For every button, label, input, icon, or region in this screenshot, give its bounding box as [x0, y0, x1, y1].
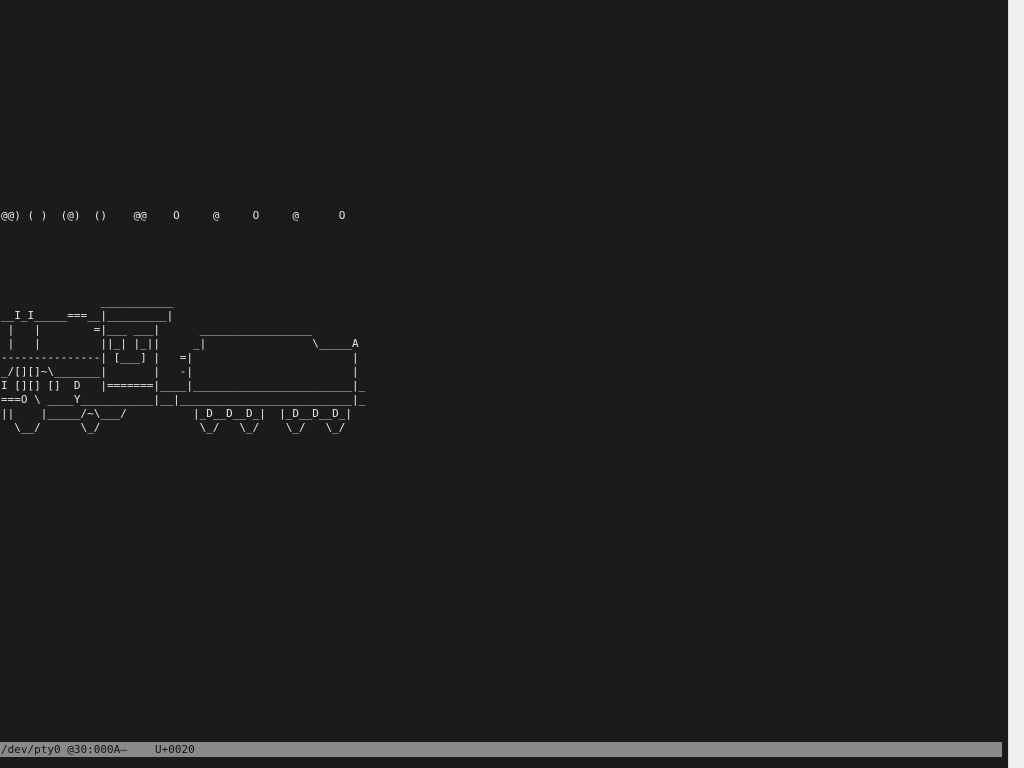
ascii-train: ___________ __I_I_____===__|_________| |…	[1, 295, 366, 434]
smoke-puffs: @@) ( ) (@) () @@ O @ O @ O	[1, 209, 346, 222]
status-codepoint: U+0020	[155, 743, 195, 756]
status-device: /dev/pty0 @30:000A—	[1, 743, 127, 756]
vertical-scrollbar[interactable]	[1008, 0, 1024, 768]
terminal-screen[interactable]: @@) ( ) (@) () @@ O @ O @ O ___________ …	[0, 0, 1008, 768]
status-bar: /dev/pty0 @30:000A— U+0020	[0, 742, 1002, 757]
